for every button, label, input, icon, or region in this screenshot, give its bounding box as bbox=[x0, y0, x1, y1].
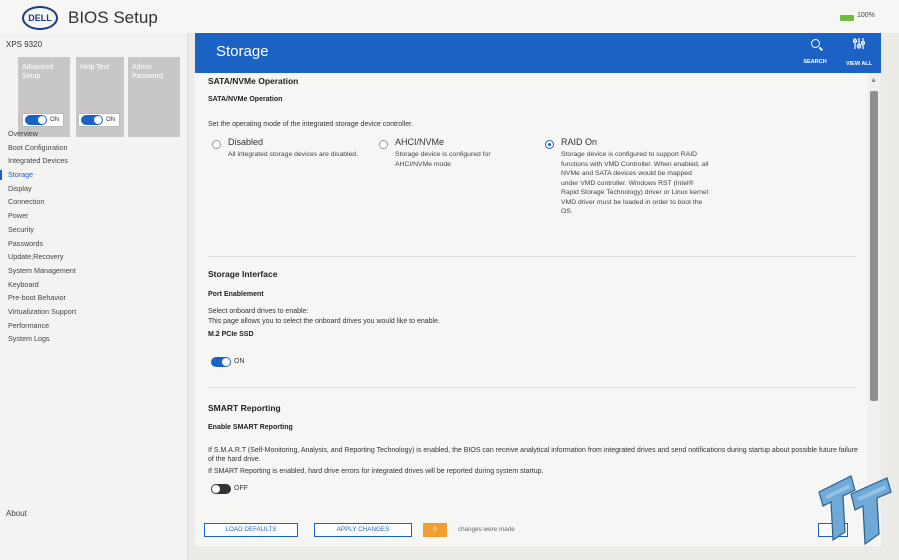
sidebar-item-system-management[interactable]: System Management bbox=[6, 264, 76, 278]
divider bbox=[207, 387, 857, 388]
sliders-icon bbox=[839, 37, 879, 53]
sidebar-item-system-logs[interactable]: System Logs bbox=[6, 332, 76, 346]
sidebar: XPS 9320 Advanced Setup ON Help Text ON … bbox=[0, 33, 188, 560]
sidebar-item-preboot-behavior[interactable]: Pre-boot Behavior bbox=[6, 291, 76, 305]
view-all-label: VIEW ALL bbox=[845, 61, 873, 67]
smart-description-2: If SMART Reporting is enabled, hard driv… bbox=[208, 468, 544, 475]
about-link[interactable]: About bbox=[6, 509, 27, 518]
advanced-setup-tile[interactable]: Advanced Setup ON bbox=[18, 57, 70, 137]
sidebar-item-connection[interactable]: Connection bbox=[6, 195, 76, 209]
model-name: XPS 9320 bbox=[6, 40, 43, 49]
smart-section-title: SMART Reporting bbox=[208, 403, 281, 413]
sidebar-item-performance[interactable]: Performance bbox=[6, 319, 76, 333]
footer-bar: LOAD DEFAULTS APPLY CHANGES 0 changes we… bbox=[195, 513, 881, 546]
page-title: Storage bbox=[216, 43, 269, 60]
m2-ssd-label: M.2 PCIe SSD bbox=[208, 331, 254, 338]
sidebar-item-power[interactable]: Power bbox=[6, 209, 76, 223]
toggle-switch-icon bbox=[81, 115, 103, 125]
battery-percentage: 100% bbox=[857, 12, 875, 19]
changes-count-badge: 0 bbox=[423, 523, 447, 537]
option-ahci-desc: Storage device is configured for AHCI/NV… bbox=[395, 151, 491, 168]
scroll-thumb[interactable] bbox=[870, 91, 878, 401]
search-button[interactable]: SEARCH bbox=[795, 37, 835, 69]
port-enablement-title: Port Enablement bbox=[208, 291, 264, 298]
page-header: Storage SEARCH VIEW ALL bbox=[195, 33, 881, 73]
content-scrollbar[interactable]: ▲ bbox=[867, 73, 881, 513]
sata-description: Set the operating mode of the integrated… bbox=[208, 121, 414, 128]
m2-ssd-toggle[interactable] bbox=[211, 357, 231, 367]
option-ahci-title: AHCI/NVMe bbox=[395, 137, 445, 147]
option-raid-title: RAID On bbox=[561, 137, 598, 147]
sidebar-item-boot-configuration[interactable]: Boot Configuration bbox=[6, 141, 76, 155]
option-raid-desc: Storage device is configured to support … bbox=[561, 151, 709, 215]
port-enablement-line2: This page allows you to select the onboa… bbox=[208, 318, 440, 325]
sata-section-title: SATA/NVMe Operation bbox=[208, 76, 299, 86]
watermark-logo bbox=[818, 475, 892, 546]
toggle-state: ON bbox=[50, 117, 59, 123]
port-enablement-line1: Select onboard drives to enable: bbox=[208, 308, 309, 315]
help-text-tile[interactable]: Help Text ON bbox=[76, 57, 124, 137]
scroll-up-arrow-icon[interactable]: ▲ bbox=[870, 77, 877, 84]
sidebar-item-security[interactable]: Security bbox=[6, 223, 76, 237]
title-bar: DELL BIOS Setup 100% bbox=[0, 0, 899, 33]
sidebar-item-storage[interactable]: Storage bbox=[0, 168, 76, 182]
divider bbox=[207, 256, 857, 257]
smart-subtitle: Enable SMART Reporting bbox=[208, 424, 293, 431]
radio-ahci-nvme[interactable] bbox=[379, 140, 388, 149]
sidebar-item-update-recovery[interactable]: Update,Recovery bbox=[6, 250, 76, 264]
sidebar-item-passwords[interactable]: Passwords bbox=[6, 237, 76, 251]
sidebar-item-keyboard[interactable]: Keyboard bbox=[6, 278, 76, 292]
advanced-setup-toggle[interactable]: ON bbox=[22, 113, 64, 127]
admin-password-tile[interactable]: Admin Password bbox=[128, 57, 180, 137]
sidebar-item-integrated-devices[interactable]: Integrated Devices bbox=[6, 154, 76, 168]
sidebar-item-display[interactable]: Display bbox=[6, 182, 76, 196]
smart-description: If S.M.A.R.T (Self-Monitoring, Analysis,… bbox=[208, 447, 858, 463]
help-text-toggle[interactable]: ON bbox=[78, 113, 120, 127]
search-icon bbox=[810, 39, 820, 48]
option-disabled-desc: All integrated storage devices are disab… bbox=[228, 151, 358, 158]
apply-changes-button[interactable]: APPLY CHANGES bbox=[314, 523, 412, 537]
load-defaults-button[interactable]: LOAD DEFAULTS bbox=[204, 523, 298, 537]
tile-label: Help Text bbox=[80, 64, 110, 71]
radio-disabled[interactable] bbox=[212, 140, 221, 149]
storage-interface-title: Storage Interface bbox=[208, 269, 278, 279]
view-all-button[interactable]: VIEW ALL bbox=[839, 37, 879, 69]
tile-label: Advanced Setup bbox=[22, 64, 54, 80]
dell-logo-text: DELL bbox=[28, 13, 52, 23]
sidebar-item-overview[interactable]: Overview bbox=[6, 127, 76, 141]
settings-content: SATA/NVMe Operation SATA/NVMe Operation … bbox=[195, 73, 867, 513]
sidebar-item-virtualization-support[interactable]: Virtualization Support bbox=[6, 305, 76, 319]
smart-toggle-state: OFF bbox=[234, 485, 248, 492]
toggle-state: ON bbox=[106, 117, 115, 123]
changes-text: changes were made bbox=[458, 526, 515, 533]
smart-toggle[interactable] bbox=[211, 484, 231, 494]
battery-icon bbox=[840, 15, 854, 21]
radio-raid-on[interactable] bbox=[545, 140, 554, 149]
search-label: SEARCH bbox=[803, 59, 827, 65]
app-title: BIOS Setup bbox=[68, 8, 158, 27]
sidebar-nav: Overview Boot Configuration Integrated D… bbox=[0, 127, 76, 346]
sata-subtitle: SATA/NVMe Operation bbox=[208, 96, 283, 103]
tile-label: Admin Password bbox=[132, 64, 163, 80]
dell-logo: DELL bbox=[22, 6, 58, 30]
m2-ssd-toggle-state: ON bbox=[234, 358, 245, 365]
toggle-switch-icon bbox=[25, 115, 47, 125]
option-disabled-title: Disabled bbox=[228, 137, 264, 147]
